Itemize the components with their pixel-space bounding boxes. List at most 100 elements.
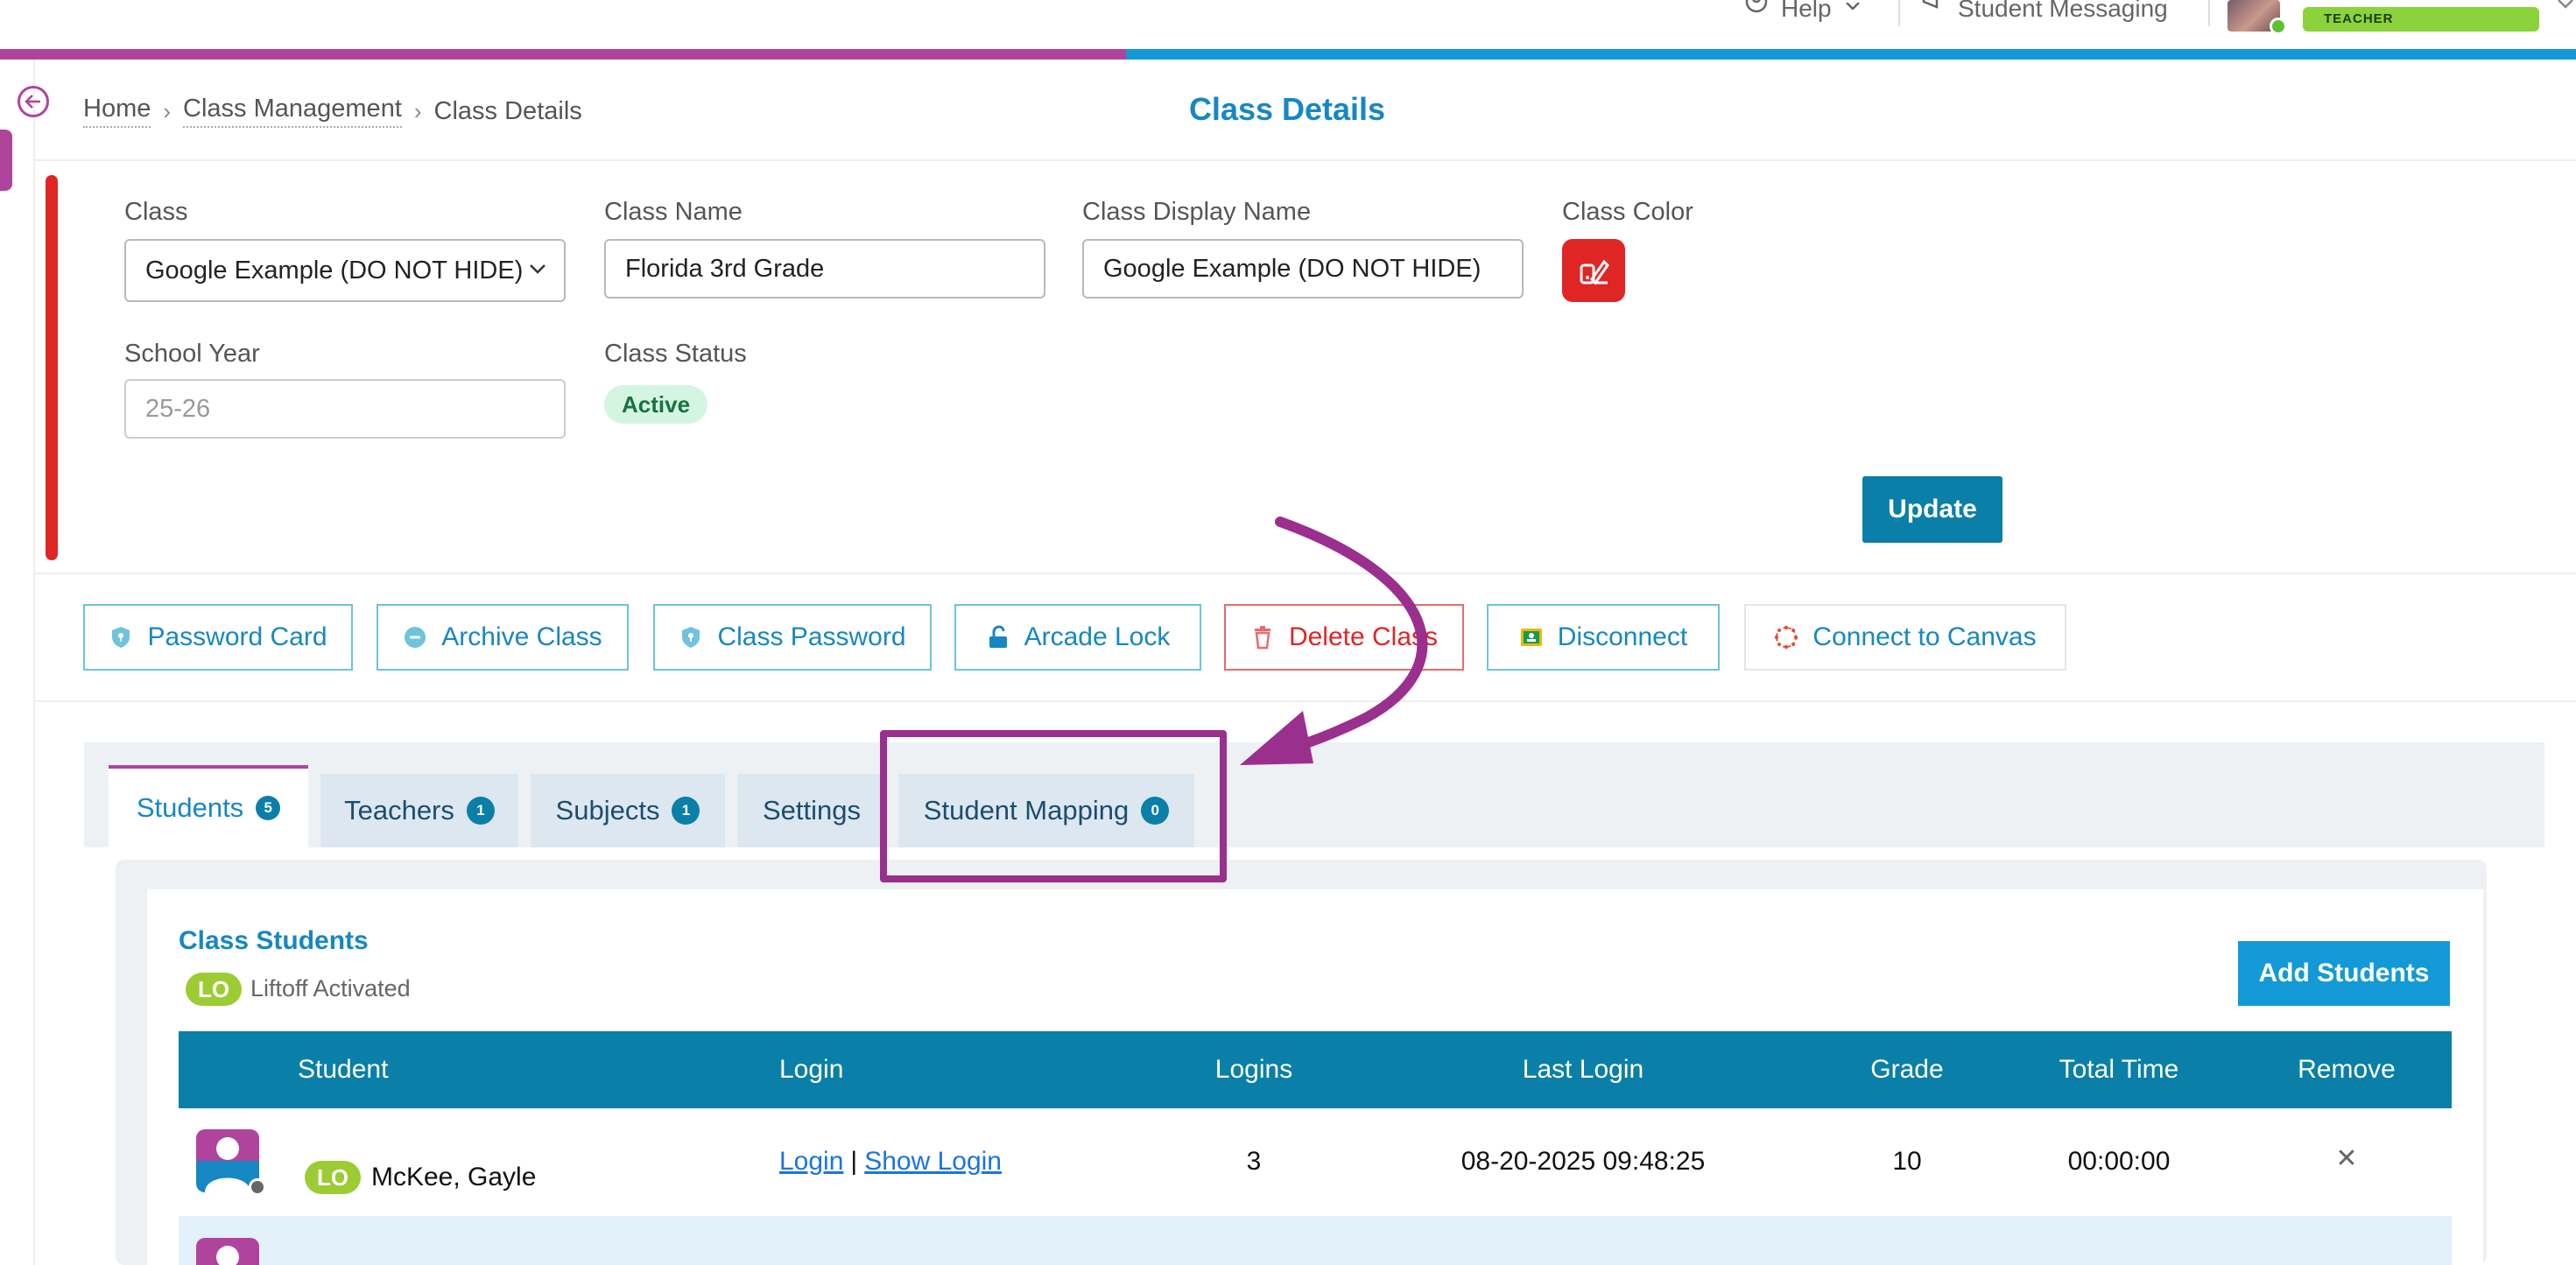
column-header-remove: Remove [2298, 1055, 2396, 1084]
left-rail [0, 60, 35, 1265]
display-name-label: Class Display Name [1082, 198, 1312, 226]
column-header-total-time[interactable]: Total Time [2031, 1031, 2206, 1108]
delete-class-button[interactable]: Delete Class [1224, 604, 1464, 671]
liftoff-badge: LO [305, 1161, 362, 1194]
chevron-down-icon[interactable] [2557, 0, 2574, 12]
canvas-icon [1775, 625, 1798, 650]
tab-teachers[interactable]: Teachers 1 [320, 774, 518, 847]
tab-subjects-label: Subjects [555, 795, 660, 826]
student-messaging-label: Student Messaging [1958, 0, 2168, 22]
tab-settings[interactable]: Settings [737, 774, 886, 847]
shield-icon [682, 627, 700, 648]
breadcrumb-class-management[interactable]: Class Management [183, 95, 402, 128]
student-name[interactable]: McKee, Gayle [371, 1163, 536, 1192]
brand-stripe-purple [0, 49, 1126, 60]
school-year-value: 25-26 [145, 394, 211, 423]
class-name-value: Florida 3rd Grade [625, 254, 825, 283]
role-badge: TEACHER [2303, 7, 2539, 32]
column-header-login[interactable]: Login [779, 1031, 843, 1108]
class-color-accent-bar [46, 175, 58, 560]
display-name-input[interactable]: Google Example (DO NOT HIDE) [1082, 239, 1524, 299]
school-year-input: 25-26 [124, 379, 566, 439]
class-status-badge: Active [604, 385, 708, 424]
add-students-button[interactable]: Add Students [2238, 941, 2450, 1006]
display-name-value: Google Example (DO NOT HIDE) [1103, 254, 1482, 283]
class-students-title: Class Students [179, 926, 369, 955]
divider [35, 573, 2576, 574]
show-login-link[interactable]: Show Login [864, 1147, 1002, 1177]
chevron-right-icon: › [413, 97, 422, 124]
unlock-icon [989, 625, 1007, 648]
connect-to-canvas-button[interactable]: Connect to Canvas [1744, 604, 2066, 671]
minus-circle-icon [405, 627, 426, 648]
breadcrumb-current: Class Details [433, 96, 582, 125]
tab-teachers-label: Teachers [344, 795, 454, 826]
password-card-button[interactable]: Password Card [83, 604, 353, 671]
tab-students[interactable]: Students 5 [109, 765, 308, 847]
page-title: Class Details [1188, 91, 1386, 127]
update-button[interactable]: Update [1862, 476, 2002, 543]
arcade-lock-button[interactable]: Arcade Lock [954, 604, 1201, 671]
brand-stripe-blue [1126, 49, 2576, 60]
total-time-value: 00:00:00 [2067, 1147, 2171, 1176]
class-status-label: Class Status [604, 340, 747, 368]
class-password-label: Class Password [717, 622, 906, 651]
liftoff-legend-text: Liftoff Activated [250, 975, 411, 1001]
top-header [0, 0, 2576, 49]
student-avatar-icon [216, 1246, 239, 1265]
login-actions: Login | Show Login [779, 1147, 1002, 1177]
shield-icon [112, 627, 130, 648]
tab-students-label: Students [136, 792, 244, 823]
connect-to-canvas-label: Connect to Canvas [1812, 622, 2037, 651]
logins-count: 3 [1246, 1147, 1262, 1176]
student-messaging-link[interactable]: Student Messaging [1921, 0, 2168, 22]
header-divider [2208, 0, 2210, 26]
class-color-label: Class Color [1562, 198, 1693, 226]
annotation-highlight-box [880, 730, 1227, 882]
student-avatar [196, 1238, 259, 1265]
disconnect-label: Disconnect [1557, 622, 1688, 651]
rail-tab[interactable] [0, 130, 12, 191]
disconnect-button[interactable]: Disconnect [1487, 604, 1720, 671]
trash-icon [1254, 626, 1270, 650]
tab-subjects[interactable]: Subjects 1 [531, 774, 725, 847]
student-status-dot [249, 1178, 266, 1196]
column-header-grade[interactable]: Grade [1818, 1031, 1996, 1108]
class-color-button[interactable] [1562, 239, 1625, 302]
header-divider [1898, 0, 1900, 26]
class-password-button[interactable]: Class Password [653, 604, 932, 671]
column-header-last-login[interactable]: Last Login [1445, 1031, 1721, 1108]
table-row [179, 1217, 2452, 1265]
archive-class-label: Archive Class [441, 622, 602, 651]
chevron-down-icon [1845, 3, 1860, 11]
password-card-label: Password Card [147, 622, 327, 651]
class-name-input[interactable]: Florida 3rd Grade [604, 239, 1045, 299]
class-select[interactable]: Google Example (DO NOT HIDE) [124, 239, 566, 302]
delete-class-label: Delete Class [1288, 622, 1439, 651]
help-label: Help [1781, 0, 1832, 22]
color-swatch-edit-icon [1580, 259, 1609, 285]
online-status-dot [2270, 18, 2287, 35]
grade-value: 10 [1892, 1147, 1922, 1176]
archive-class-button[interactable]: Archive Class [377, 604, 629, 671]
arcade-lock-label: Arcade Lock [1024, 622, 1171, 651]
chevron-down-icon [530, 264, 545, 274]
chevron-right-icon: › [163, 97, 172, 124]
class-select-value: Google Example (DO NOT HIDE) [145, 256, 524, 285]
class-label: Class [124, 198, 188, 226]
column-header-student[interactable]: Student [298, 1031, 388, 1108]
login-separator: | [850, 1147, 858, 1176]
login-link[interactable]: Login [779, 1147, 843, 1177]
column-header-logins[interactable]: Logins [1165, 1031, 1343, 1108]
tab-subjects-count: 1 [672, 797, 700, 825]
class-name-label: Class Name [604, 198, 743, 226]
breadcrumb: Home › Class Management › Class Details [83, 95, 582, 128]
google-classroom-icon [1520, 629, 1542, 646]
megaphone-icon [1922, 0, 1939, 9]
tab-students-count: 5 [256, 796, 281, 820]
back-arrow-icon[interactable] [18, 86, 49, 117]
tab-teachers-count: 1 [466, 797, 495, 825]
remove-student-icon[interactable]: ✕ [2259, 1143, 2434, 1174]
help-menu[interactable]: Help [1744, 0, 1862, 22]
breadcrumb-home[interactable]: Home [83, 95, 151, 128]
